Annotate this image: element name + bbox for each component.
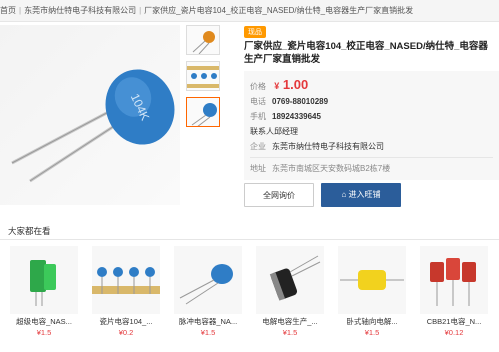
related-item-name: 瓷片电容104_... (99, 317, 153, 326)
related-item-price: ¥1.5 (36, 328, 52, 337)
breadcrumb-separator: | (19, 6, 22, 15)
breadcrumb-home[interactable]: 首页 (0, 0, 16, 21)
product-title: 厂家供应_瓷片电容104_校正电容_NASED/纳仕特_电容器生产厂家直销批发 (244, 41, 488, 65)
thumbnail-list (186, 25, 220, 133)
section-title: 大家都在看 (0, 222, 499, 240)
phone-row: 电话 0769-88010289 (250, 94, 499, 109)
contact-value: 邱经理 (274, 127, 298, 136)
breadcrumb: 首页 | 东莞市纳仕特电子科技有限公司 | 厂家供应_瓷片电容104_校正电容_NASE… (0, 0, 499, 22)
related-item-name: CBB21电容_N... (426, 317, 482, 326)
enter-shop-label: 进入旺铺 (348, 190, 381, 199)
product-badge: 现品 (244, 26, 266, 38)
breadcrumb-separator: | (139, 6, 142, 15)
price-value: ¥ 1.00 (274, 77, 308, 92)
company-label: 企业 (250, 142, 266, 151)
mobile-label: 手机 (250, 112, 266, 121)
phone-value: 0769-88010289 (272, 97, 329, 106)
enter-shop-button[interactable]: ⌂ 进入旺铺 (321, 183, 401, 207)
tape-capacitor-icon (92, 267, 160, 294)
breadcrumb-shop[interactable]: 东莞市纳仕特电子科技有限公司 (24, 0, 136, 21)
address-row: 地址 东莞市南城区天安数码城B2栋7楼 (250, 161, 499, 176)
product-thumbnail (92, 246, 160, 314)
address-label: 地址 (250, 164, 266, 173)
blue-capacitor-icon (179, 264, 233, 305)
related-item[interactable]: 瓷片电容104_... ¥0.2 (92, 246, 160, 337)
cbb-capacitor-icon (430, 258, 476, 306)
related-item-name: 超级电容_NAS... (16, 317, 72, 326)
related-item-price: ¥1.5 (282, 328, 298, 337)
price-number: 1.00 (282, 77, 309, 92)
phone-label: 电话 (250, 97, 266, 106)
product-thumbnail (174, 246, 242, 314)
company-row: 企业 东莞市纳仕特电子科技有限公司 (250, 139, 499, 154)
contact-label: 联系人 (250, 127, 274, 136)
thumbnail-1[interactable] (186, 25, 220, 55)
electrolytic-capacitor-icon (269, 255, 321, 301)
breadcrumb-product: 厂家供应_瓷片电容104_校正电容_NASED/纳仕特_电容器生产厂家直销批发 (144, 6, 414, 15)
thumbnail-3[interactable] (186, 97, 220, 127)
info-panel: 价格 ¥ 1.00 电话 0769-88010289 手机 18924339645 … (244, 71, 499, 180)
product-thumbnail (10, 246, 78, 314)
thumb-capacitor-icon (192, 31, 215, 54)
price-row: 价格 ¥ 1.00 (250, 75, 499, 94)
related-item[interactable]: CBB21电容_N... ¥0.12 (420, 246, 488, 337)
related-item-price: ¥1.5 (200, 328, 216, 337)
capacitor-image: 104K (11, 69, 175, 183)
inquiry-button[interactable]: 全网询价 (244, 183, 314, 207)
main-product-image[interactable]: 104K (0, 25, 180, 205)
company-value[interactable]: 东莞市纳仕特电子科技有限公司 (272, 142, 384, 151)
axial-capacitor-icon (340, 270, 404, 290)
contact-row: 联系人邱经理 (250, 124, 499, 139)
address-value: 东莞市南城区天安数码城B2栋7楼 (272, 164, 391, 173)
related-item[interactable]: 脉冲电容器_NA... ¥1.5 (174, 246, 242, 337)
related-item[interactable]: 电解电容生产_... ¥1.5 (256, 246, 324, 337)
divider (250, 157, 493, 158)
currency-symbol: ¥ (274, 81, 280, 91)
related-item-price: ¥1.5 (364, 328, 380, 337)
related-item-price: ¥0.12 (444, 328, 464, 337)
mobile-value: 18924339645 (272, 112, 321, 121)
related-item[interactable]: 超级电容_NAS... ¥1.5 (10, 246, 78, 337)
product-thumbnail (256, 246, 324, 314)
thumb-tape-icon (187, 66, 219, 88)
mobile-row: 手机 18924339645 (250, 109, 499, 124)
product-thumbnail (338, 246, 406, 314)
related-item-price: ¥0.2 (118, 328, 134, 337)
related-item-name: 电解电容生产_... (262, 317, 318, 326)
related-item-name: 脉冲电容器_NA... (178, 317, 238, 326)
thumbnail-2[interactable] (186, 61, 220, 91)
product-info: 现品 厂家供应_瓷片电容104_校正电容_NASED/纳仕特_电容器生产厂家直销… (244, 21, 499, 180)
supercapacitor-icon (30, 260, 56, 306)
product-thumbnail (420, 246, 488, 314)
related-item[interactable]: 卧式轴向电解... ¥1.5 (338, 246, 406, 337)
related-item-name: 卧式轴向电解... (346, 317, 398, 326)
home-icon: ⌂ (341, 190, 347, 199)
thumb-blue-capacitor-icon (191, 103, 217, 126)
